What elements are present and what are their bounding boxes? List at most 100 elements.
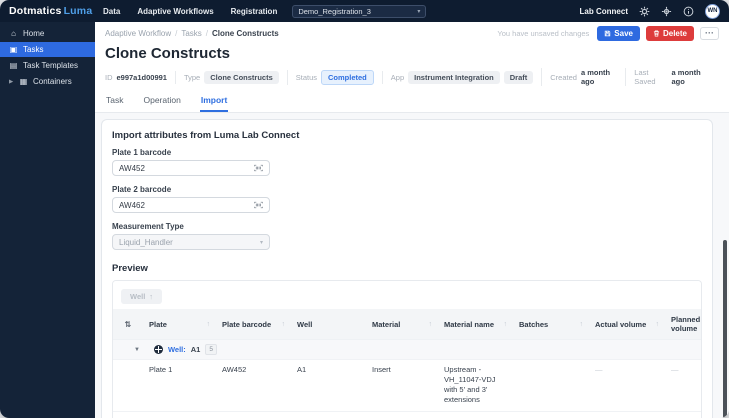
- sort-asc-icon: ↑: [149, 292, 154, 301]
- sidebar: ⌂ Home ▣ Tasks ▤ Task Templates ▶ ▦ Containers: [0, 22, 95, 418]
- column-header-batches[interactable]: Batches ↑: [513, 309, 589, 339]
- preview-table: Well ↑ ⇅ Plate ↑ Plate barcode ↑ Well Material…: [112, 280, 702, 418]
- vertical-scrollbar[interactable]: [723, 240, 727, 418]
- cell-planned-volume: 10 µL: [665, 412, 701, 418]
- table-toolbar: Well ↑: [113, 281, 701, 309]
- preview-title: Preview: [112, 263, 148, 274]
- main-area: Adaptive Workflow / Tasks / Clone Constructs…: [95, 22, 729, 418]
- top-nav-item-data[interactable]: Data: [103, 7, 120, 16]
- sidebar-item-label: Containers: [33, 77, 72, 86]
- meta-group-created: Created a month ago: [541, 68, 625, 86]
- save-icon: [605, 30, 611, 36]
- admin-gear-icon[interactable]: [661, 6, 672, 17]
- meta-group-id: ID e997a1d00991: [105, 73, 175, 82]
- top-bar: Dotmatics Luma Data Adaptive Workflows Regi…: [0, 0, 729, 22]
- sidebar-item-home[interactable]: ⌂ Home: [0, 26, 95, 41]
- chevron-down-icon[interactable]: ▼: [134, 347, 140, 353]
- sort-asc-icon[interactable]: ↑: [656, 321, 660, 328]
- table-row[interactable]: Plate 1AW452A1Vector_backbonepFUSE-CHIg-…: [113, 410, 701, 418]
- measurement-type-select[interactable]: Liquid_Handler ▾: [112, 234, 270, 250]
- home-icon: ⌂: [11, 28, 16, 38]
- meta-label: ID: [105, 72, 113, 82]
- sidebar-item-containers[interactable]: ▶ ▦ Containers: [0, 74, 95, 89]
- well-icon: [153, 345, 163, 355]
- column-header-label: Actual volume: [595, 319, 647, 329]
- well-group-label: Well:: [167, 345, 186, 355]
- app-logo: Dotmatics Luma: [9, 5, 95, 17]
- meta-group-app: App Instrument Integration Draft: [381, 70, 541, 84]
- expand-all-icon[interactable]: ⇅: [113, 309, 143, 339]
- app-body: ⌂ Home ▣ Tasks ▤ Task Templates ▶ ▦ Containers A…: [0, 22, 729, 418]
- more-actions-button[interactable]: ···: [700, 26, 719, 40]
- sort-asc-icon[interactable]: ↑: [504, 321, 508, 328]
- breadcrumb-item-tasks[interactable]: Tasks: [181, 29, 201, 38]
- import-form: Plate 1 barcode AW452 Plate 2 barcode AW462…: [112, 148, 702, 250]
- column-header-label: Well: [297, 319, 313, 329]
- row-expander-cell: [113, 412, 143, 418]
- header-actions: You have unsaved changes Save Delete ···: [497, 25, 719, 41]
- cell-material-name: pFUSE-CHIg-hG2-cut: [438, 412, 513, 418]
- cell-material-name: Upstream - VH_11047-VDJ with 5' and 3' e…: [444, 365, 496, 405]
- delete-button[interactable]: Delete: [645, 25, 694, 41]
- column-header-material[interactable]: Material ↑: [366, 309, 438, 339]
- tab-import[interactable]: Import: [199, 93, 229, 112]
- plate-1-barcode-input[interactable]: AW452: [112, 160, 270, 176]
- sort-asc-icon[interactable]: ↑: [580, 321, 584, 328]
- cell-actual-volume: 10 µL: [589, 412, 665, 418]
- sidebar-item-task-templates[interactable]: ▤ Task Templates: [0, 58, 95, 73]
- tasks-icon: ▣: [9, 44, 18, 54]
- column-header-plate[interactable]: Plate ↑: [143, 309, 216, 339]
- group-by-well-pill[interactable]: Well ↑: [121, 289, 163, 304]
- meta-badge: Instrument Integration: [408, 70, 500, 84]
- column-header-label: Planned volume: [671, 315, 701, 333]
- meta-group-status: Status Completed: [286, 69, 382, 85]
- column-header-label: Material name: [444, 319, 495, 329]
- meta-badge: Draft: [503, 70, 534, 84]
- form-field-plate-1-barcode: Plate 1 barcode AW452: [112, 148, 702, 176]
- sort-asc-icon[interactable]: ↑: [282, 321, 286, 328]
- meta-value: a month ago: [580, 68, 611, 86]
- sort-asc-icon[interactable]: ↑: [429, 321, 433, 328]
- sidebar-item-label: Task Templates: [23, 61, 78, 70]
- user-avatar[interactable]: WN: [705, 3, 720, 19]
- field-label: Measurement Type: [112, 222, 184, 231]
- column-header-planned-volume[interactable]: Planned volume: [665, 309, 701, 339]
- lab-connect-link[interactable]: Lab Connect: [580, 7, 628, 16]
- breadcrumb-item-adaptive-workflow[interactable]: Adaptive Workflow: [105, 29, 171, 38]
- column-header-plate-barcode[interactable]: Plate barcode ↑: [216, 309, 291, 339]
- status-badge: Completed: [321, 69, 374, 85]
- page-title: Clone Constructs: [105, 45, 231, 62]
- table-row[interactable]: Plate 1 AW452 A1 Insert Upstream - VH_11047-…: [113, 359, 701, 411]
- info-icon[interactable]: [683, 6, 694, 17]
- tab-task[interactable]: Task: [105, 93, 124, 112]
- cell-planned-volume: —: [671, 365, 679, 375]
- sidebar-item-tasks[interactable]: ▣ Tasks: [0, 42, 95, 57]
- column-header-well[interactable]: Well: [291, 309, 366, 339]
- settings-gear-icon[interactable]: [639, 6, 650, 17]
- plate-2-barcode-input[interactable]: AW462: [112, 197, 270, 213]
- column-header-label: Material: [372, 319, 401, 329]
- top-nav-item-registration[interactable]: Registration: [231, 7, 278, 16]
- task-templates-icon: ▤: [9, 60, 18, 70]
- well-group-count-badge: 5: [205, 344, 217, 356]
- project-selector[interactable]: Demo_Registration_3 ▾: [292, 4, 427, 18]
- sort-asc-icon[interactable]: ↑: [207, 321, 211, 328]
- sidebar-item-label: Home: [23, 29, 45, 38]
- well-group-row-a1[interactable]: ▼ Well: A1 5: [113, 339, 701, 360]
- cell-material: Insert: [372, 365, 391, 375]
- meta-group-last-saved: Last Saved a month ago: [625, 68, 719, 86]
- caret-right-icon[interactable]: ▶: [9, 79, 14, 85]
- cell-material: Vector_backbone: [366, 412, 438, 418]
- column-header-material-name[interactable]: Material name ↑: [438, 309, 513, 339]
- column-header-label: Plate: [149, 319, 167, 329]
- save-button[interactable]: Save: [597, 25, 640, 41]
- tab-operation[interactable]: Operation: [142, 93, 181, 112]
- cell-well: A1: [291, 412, 366, 418]
- top-nav-item-adaptive-workflows[interactable]: Adaptive Workflows: [137, 7, 213, 16]
- breadcrumb-item-clone-constructs: Clone Constructs: [212, 28, 279, 38]
- containers-icon: ▦: [19, 76, 28, 86]
- breadcrumb: Adaptive Workflow / Tasks / Clone Constructs: [105, 29, 279, 38]
- chevron-down-icon: ▾: [417, 8, 421, 15]
- column-header-actual-volume[interactable]: Actual volume ↑: [589, 309, 665, 339]
- page-header: Adaptive Workflow / Tasks / Clone Constructs…: [95, 22, 729, 113]
